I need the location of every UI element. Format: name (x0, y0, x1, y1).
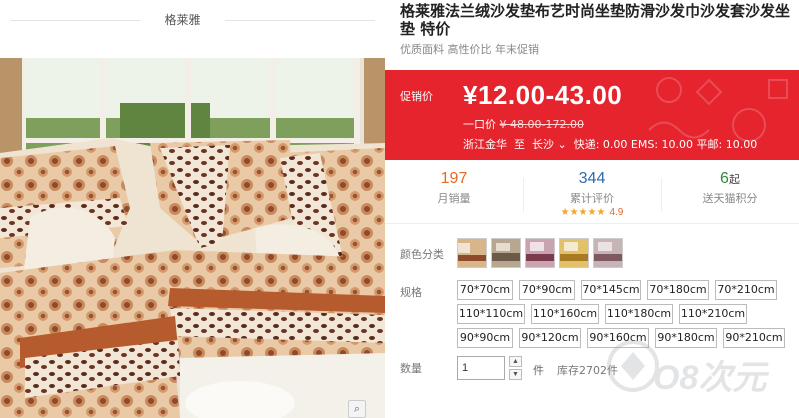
original-price: ¥ 48.00-172.00 (499, 118, 584, 131)
magnifier-icon[interactable]: ⌕ (348, 400, 366, 418)
monthly-sales-count: 197 (440, 170, 468, 187)
points-label: 送天猫积分 (702, 192, 758, 205)
spec-option[interactable]: 90*120cm (519, 328, 581, 348)
monthly-sales: 197 月销量 (385, 166, 523, 224)
monthly-sales-label: 月销量 (437, 192, 471, 205)
points-count: 6起 (720, 170, 740, 187)
spec-option[interactable]: 70*180cm (647, 280, 709, 300)
rating-score: 4.9 (609, 207, 624, 218)
product-subtitle: 优质面料 高性价比 年末促销 (400, 43, 539, 56)
product-title: 格莱雅法兰绒沙发垫布艺时尚坐垫防滑沙发巾沙发套沙发坐垫 特价 (400, 2, 791, 38)
promo-price-label: 促销价 (400, 90, 433, 103)
ship-to-label: 至 (514, 138, 525, 151)
color-swatch-5[interactable] (593, 238, 623, 268)
quantity-input[interactable]: 1 (457, 356, 505, 380)
original-price-label: 一口价 (463, 118, 496, 131)
brand-name: 格莱雅 (164, 13, 201, 27)
color-swatch-3[interactable] (525, 238, 555, 268)
original-price-row: 一口价 ¥ 48.00-172.00 (463, 116, 584, 132)
product-details: 格莱雅法兰绒沙发垫布艺时尚坐垫防滑沙发巾沙发套沙发坐垫 特价 优质面料 高性价比… (385, 0, 799, 418)
price-panel: 促销价 ¥12.00-43.00 一口价 ¥ 48.00-172.00 浙江金华… (385, 70, 799, 160)
spec-option[interactable]: 110*180cm (605, 304, 673, 324)
ship-to-select[interactable]: 长沙 ⌄ (532, 136, 567, 152)
reward-points: 6起 送天猫积分 (661, 166, 799, 224)
decrement-button[interactable]: ▼ (509, 369, 522, 380)
color-swatch-4[interactable] (559, 238, 589, 268)
watermark: O8次元 (603, 330, 793, 416)
ship-from: 浙江金华 (463, 138, 507, 151)
chevron-down-icon: ⌄ (554, 138, 567, 151)
spec-option[interactable]: 110*210cm (679, 304, 747, 324)
reviews-count: 344 (578, 170, 606, 187)
brand-header: 格莱雅 (0, 0, 385, 40)
color-label: 颜色分类 (400, 248, 444, 261)
spec-option[interactable]: 110*160cm (531, 304, 599, 324)
total-reviews[interactable]: 344 累计评价 ★★★★★ 4.9 (523, 166, 661, 224)
color-swatch-2[interactable] (491, 238, 521, 268)
spec-option[interactable]: 110*110cm (457, 304, 525, 324)
spec-option[interactable]: 70*70cm (457, 280, 513, 300)
divider (225, 20, 375, 21)
product-photo[interactable] (0, 58, 385, 418)
stats-bar: 197 月销量 344 累计评价 ★★★★★ 4.9 6起 送天猫积分 (385, 166, 799, 224)
quantity-unit: 件 (533, 364, 544, 377)
watermark-text: O8次元 (653, 359, 767, 397)
spec-option[interactable]: 70*210cm (715, 280, 777, 300)
reviews-label: 累计评价 (570, 192, 614, 205)
shipping-fees: 快递: 0.00 EMS: 10.00 平邮: 10.00 (573, 138, 758, 151)
divider (10, 20, 140, 21)
spec-option[interactable]: 70*90cm (519, 280, 575, 300)
product-gallery: 格莱雅 ⌕ (0, 0, 385, 418)
quantity-label: 数量 (400, 362, 422, 375)
rating: ★★★★★ 4.9 (523, 207, 661, 218)
star-icon: ★★★★★ (560, 207, 606, 218)
shipping-row: 浙江金华 至 长沙 ⌄ 快递: 0.00 EMS: 10.00 平邮: 10.0… (463, 136, 757, 152)
color-swatch-1[interactable] (457, 238, 487, 268)
spec-option[interactable]: 90*90cm (457, 328, 513, 348)
increment-button[interactable]: ▲ (509, 356, 522, 367)
spec-option[interactable]: 70*145cm (581, 280, 641, 300)
spec-label: 规格 (400, 286, 422, 299)
promo-price: ¥12.00-43.00 (463, 80, 623, 110)
